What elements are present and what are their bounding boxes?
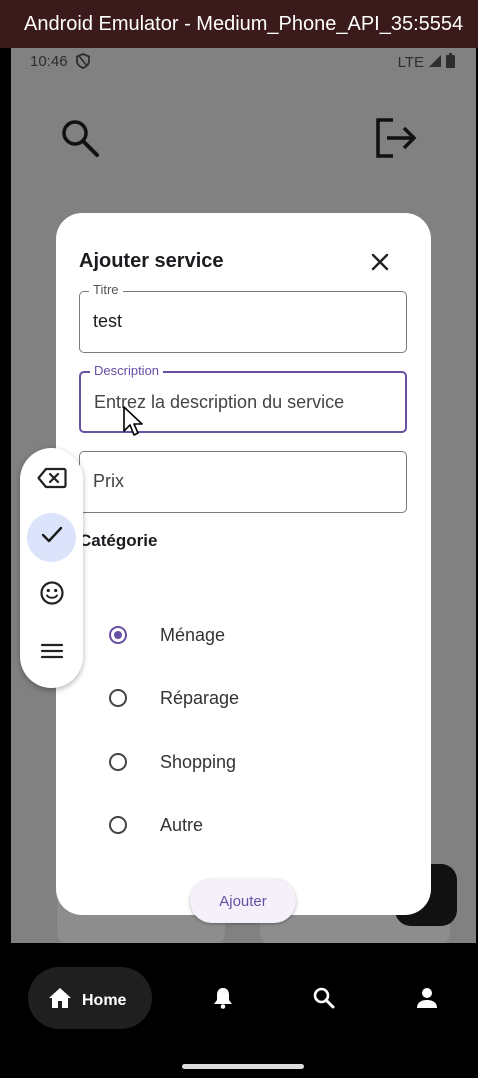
title-field[interactable]: Titre test [79, 282, 407, 353]
category-label: Catégorie [79, 531, 158, 550]
window-title: Android Emulator - Medium_Phone_API_35:5… [24, 13, 464, 35]
battery-icon [446, 53, 455, 72]
nav-search[interactable] [313, 987, 335, 1014]
search-icon [313, 987, 335, 1014]
menu-icon [40, 642, 64, 665]
status-time: 10:46 [30, 53, 68, 70]
search-icon[interactable] [59, 117, 101, 164]
logout-icon[interactable] [373, 116, 417, 165]
category-option-label: Réparage [160, 687, 240, 708]
bell-icon [213, 987, 233, 1014]
nav-home[interactable]: Home [48, 987, 126, 1014]
category-option-menage[interactable]: Ménage [109, 617, 369, 653]
radio-unselected[interactable] [109, 689, 127, 707]
emoji-button[interactable] [27, 571, 76, 620]
close-icon[interactable] [368, 250, 392, 274]
radio-selected[interactable] [109, 626, 127, 644]
description-field-label: Description [90, 363, 164, 378]
gesture-home-bar[interactable] [182, 1064, 304, 1069]
dialog-title: Ajouter service [79, 250, 224, 272]
mouse-cursor-icon [122, 405, 144, 444]
status-bar: 10:46 LTE [11, 48, 476, 76]
person-icon [416, 987, 438, 1014]
emulator-title-bar: Android Emulator - Medium_Phone_API_35:5… [0, 0, 478, 48]
category-option-autre[interactable]: Autre [109, 807, 369, 843]
confirm-button[interactable] [27, 513, 76, 562]
category-option-label: Ménage [160, 624, 226, 645]
title-field-label: Titre [89, 282, 123, 297]
emoji-icon [39, 580, 65, 611]
shield-icon [76, 53, 90, 73]
category-option-label: Autre [160, 814, 204, 835]
radio-unselected[interactable] [109, 816, 127, 834]
category-option-label: Shopping [160, 751, 237, 772]
keyboard-floating-toolbar [20, 448, 83, 688]
status-right: LTE [398, 53, 455, 72]
network-label: LTE [397, 54, 424, 71]
signal-icon [428, 54, 442, 72]
home-icon [48, 987, 72, 1014]
menu-button[interactable] [27, 629, 76, 678]
add-service-dialog: Ajouter service Titre test Description E… [56, 213, 431, 923]
nav-home-label: Home [82, 991, 127, 1009]
category-option-shopping[interactable]: Shopping [109, 744, 369, 780]
nav-notifications[interactable] [213, 987, 233, 1014]
radio-unselected[interactable] [109, 753, 127, 771]
title-field-value[interactable]: test [93, 311, 122, 332]
price-placeholder[interactable]: Prix [93, 471, 124, 492]
category-option-reparage[interactable]: Réparage [109, 680, 369, 716]
nav-profile[interactable] [416, 987, 438, 1014]
add-button[interactable]: Ajouter [190, 879, 296, 923]
backspace-button[interactable] [27, 456, 76, 505]
price-field[interactable]: Prix [79, 451, 407, 513]
backspace-icon [36, 467, 67, 494]
bottom-nav: Home [11, 943, 476, 1078]
check-icon [41, 526, 63, 549]
